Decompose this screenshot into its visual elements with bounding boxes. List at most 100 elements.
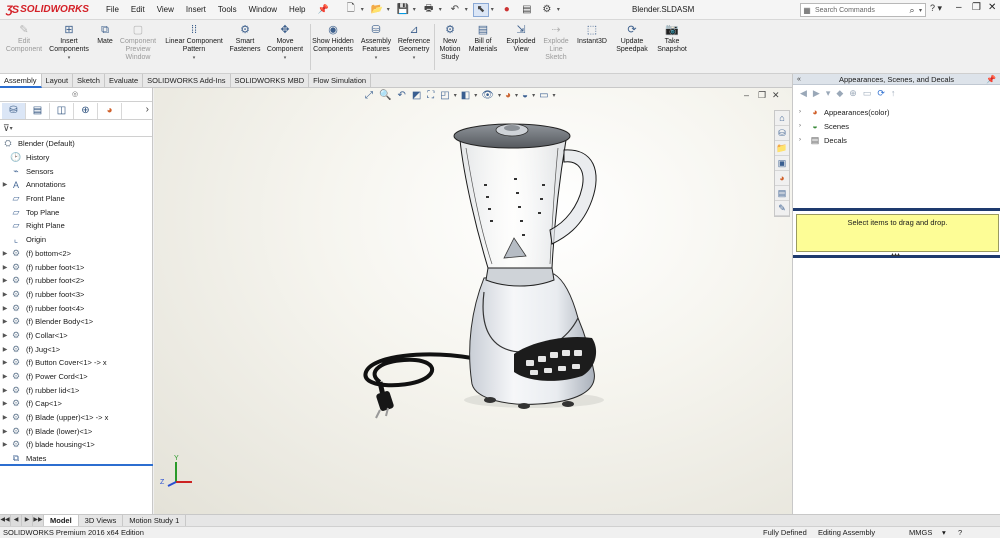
rebuild-icon[interactable]: ●	[499, 3, 515, 17]
tree-item[interactable]: ▶ ⚙ (f) rubber foot<2>	[0, 274, 152, 288]
menu-window[interactable]: Window	[243, 5, 283, 14]
tree-item[interactable]: ▱ Right Plane	[0, 219, 152, 233]
undo-dropdown-icon[interactable]: ▾	[465, 6, 468, 13]
tab-assembly[interactable]: Assembly	[0, 74, 42, 88]
tree-item[interactable]: ▶ ⚙ (f) rubber foot<3>	[0, 288, 152, 302]
search-input[interactable]: Search Commands	[813, 7, 905, 14]
file-explorer-icon[interactable]: 📁	[775, 141, 789, 156]
feature-manager-icon[interactable]: ⛁	[2, 102, 26, 119]
property-manager-icon[interactable]: ▤	[26, 102, 50, 119]
tree-item[interactable]: ▶ ⚙ (f) rubber foot<4>	[0, 301, 152, 315]
tab-mbd[interactable]: SOLIDWORKS MBD	[231, 74, 310, 88]
first-tab-icon[interactable]: ◀◀	[0, 515, 11, 526]
tree-item-appearances[interactable]: › ◕ Appearances(color)	[793, 105, 1000, 119]
menu-help[interactable]: Help	[283, 5, 311, 14]
open-document-icon[interactable]: 📂	[369, 3, 385, 17]
tab-motion-study[interactable]: Motion Study 1	[123, 515, 187, 526]
view-palette-icon[interactable]: ▣	[775, 156, 789, 171]
tree-item[interactable]: ▶ ⚙ (f) rubber lid<1>	[0, 383, 152, 397]
tree-root[interactable]: ⛭ Blender (Default)	[0, 137, 152, 151]
restore-icon[interactable]: ❐	[972, 2, 981, 13]
tab-evaluate[interactable]: Evaluate	[105, 74, 144, 88]
expand-chevron-icon[interactable]: ▶	[0, 318, 10, 325]
menu-view[interactable]: View	[151, 5, 180, 14]
chevron-right-icon[interactable]: ›	[146, 104, 149, 115]
tab-3d-views[interactable]: 3D Views	[79, 515, 124, 526]
save-icon[interactable]: 💾	[395, 3, 411, 17]
expand-chevron-icon[interactable]: ▶	[0, 264, 10, 271]
open-dropdown-icon[interactable]: ▾	[387, 6, 390, 13]
smart-fasteners-button[interactable]: ⚙ Smart Fasteners	[228, 24, 262, 54]
component-preview-button[interactable]: ▢ Component Preview Window	[118, 24, 158, 62]
menu-edit[interactable]: Edit	[125, 5, 151, 14]
solidworks-logo[interactable]: ƷS SOLIDWORKS	[0, 4, 100, 16]
show-hidden-button[interactable]: ◉ Show Hidden Components	[312, 24, 354, 54]
tree-item[interactable]: ▶ ⚙ (f) Blade (lower)<1>	[0, 424, 152, 438]
tab-layout[interactable]: Layout	[42, 74, 74, 88]
tab-model[interactable]: Model	[44, 515, 79, 526]
graphics-area[interactable]: ⤢ 🔍 ↶ ◩ ⛶ ◰▾ ◧▾ 👁▾ ◕▾ ◒▾ ▭▾ – ❐ ✕	[154, 88, 792, 514]
undo-icon[interactable]: ↶	[447, 3, 463, 17]
tree-item-scenes[interactable]: › ◒ Scenes	[793, 119, 1000, 133]
units-dropdown-icon[interactable]: ▾	[942, 527, 946, 538]
save-dropdown-icon[interactable]: ▾	[413, 6, 416, 13]
close-icon[interactable]: ✕	[988, 2, 996, 13]
menu-file[interactable]: File	[100, 5, 125, 14]
options-dropdown-icon[interactable]: ▾	[557, 6, 560, 13]
blender-model[interactable]	[154, 88, 792, 514]
panel-grip-icon[interactable]: ◎	[72, 90, 78, 98]
search-icon[interactable]: ⌕	[905, 5, 919, 16]
options-gear-icon[interactable]: ⚙	[539, 3, 555, 17]
select-dropdown-icon[interactable]: ▾	[491, 6, 494, 13]
expand-chevron-icon[interactable]: ▶	[0, 277, 10, 284]
forward-icon[interactable]: ▶	[813, 88, 820, 99]
expand-chevron-icon[interactable]: ▶	[0, 250, 10, 257]
reference-geometry-button[interactable]: ⊿ Reference Geometry ▾	[394, 24, 434, 62]
tree-item[interactable]: ▱ Top Plane	[0, 205, 152, 219]
file-properties-icon[interactable]: ▤	[519, 3, 535, 17]
collapse-pane-icon[interactable]: «	[797, 74, 801, 85]
tree-item[interactable]: ▶ ⚙ (f) Blender Body<1>	[0, 315, 152, 329]
tree-item[interactable]: ▶ ⚙ (f) bottom<2>	[0, 247, 152, 261]
tree-item[interactable]: ▶ ⚙ (f) Power Cord<1>	[0, 370, 152, 384]
expand-chevron-icon[interactable]: ▶	[0, 291, 10, 298]
tree-item[interactable]: ▶ ⚙ (f) blade housing<1>	[0, 438, 152, 452]
tree-item[interactable]: ▶ ⚙ (f) Button Cover<1> -> x	[0, 356, 152, 370]
move-component-button[interactable]: ✥ Move Component ▾	[264, 24, 306, 62]
tree-item-decals[interactable]: › ▤ Decals	[793, 133, 1000, 147]
custom-properties-icon[interactable]: ▤	[775, 186, 789, 201]
tab-sketch[interactable]: Sketch	[73, 74, 105, 88]
select-pointer-icon[interactable]: ⬉	[472, 2, 489, 17]
home-icon[interactable]: ◆	[836, 88, 843, 99]
expand-chevron-icon[interactable]: ▶	[0, 387, 10, 394]
tree-item[interactable]: ▶ ⚙ (f) rubber foot<1>	[0, 260, 152, 274]
linear-pattern-button[interactable]: ⁞⁞ Linear Component Pattern ▾	[160, 24, 228, 62]
refresh-icon[interactable]: ⟳	[877, 88, 885, 99]
tree-item[interactable]: ▶ ⚙ (f) Blade (upper)<1> -> x	[0, 411, 152, 425]
tab-flow-simulation[interactable]: Flow Simulation	[309, 74, 372, 88]
up-icon[interactable]: ↑	[891, 88, 896, 98]
tree-filter[interactable]: ⊽ ▾	[0, 120, 152, 137]
expand-chevron-icon[interactable]: ▶	[0, 441, 10, 448]
take-snapshot-button[interactable]: 📷 Take Snapshot	[654, 24, 690, 54]
exploded-view-button[interactable]: ⇲ Exploded View	[504, 24, 538, 54]
add-favorite-icon[interactable]: ⊕	[849, 88, 857, 99]
expand-chevron-icon[interactable]: ▶	[0, 359, 10, 366]
expand-chevron-icon[interactable]: ▶	[0, 332, 10, 339]
appearances-tab-icon[interactable]: ◕	[775, 171, 789, 186]
expand-chevron-icon[interactable]: ▶	[0, 181, 10, 188]
drag-drop-area[interactable]: Select items to drag and drop.	[796, 214, 999, 252]
expand-chevron-icon[interactable]: ▶	[0, 305, 10, 312]
tree-item[interactable]: ▶ ⚙ (f) Collar<1>	[0, 329, 152, 343]
menu-insert[interactable]: Insert	[180, 5, 212, 14]
menu-tools[interactable]: Tools	[212, 5, 243, 14]
help-button[interactable]: ? ▾	[930, 3, 942, 14]
print-icon[interactable]: 🖶	[421, 3, 437, 17]
last-tab-icon[interactable]: ▶▶	[33, 515, 44, 526]
tree-item[interactable]: ▶ ⚙ (f) Cap<1>	[0, 397, 152, 411]
configuration-manager-icon[interactable]: ◫	[50, 102, 74, 119]
new-document-icon[interactable]: 🗋	[343, 3, 359, 17]
resources-home-icon[interactable]: ⌂	[775, 111, 789, 126]
instant3d-button[interactable]: ⬚ Instant3D	[574, 24, 610, 46]
tree-item[interactable]: ▶ ⚙ (f) Jug<1>	[0, 342, 152, 356]
